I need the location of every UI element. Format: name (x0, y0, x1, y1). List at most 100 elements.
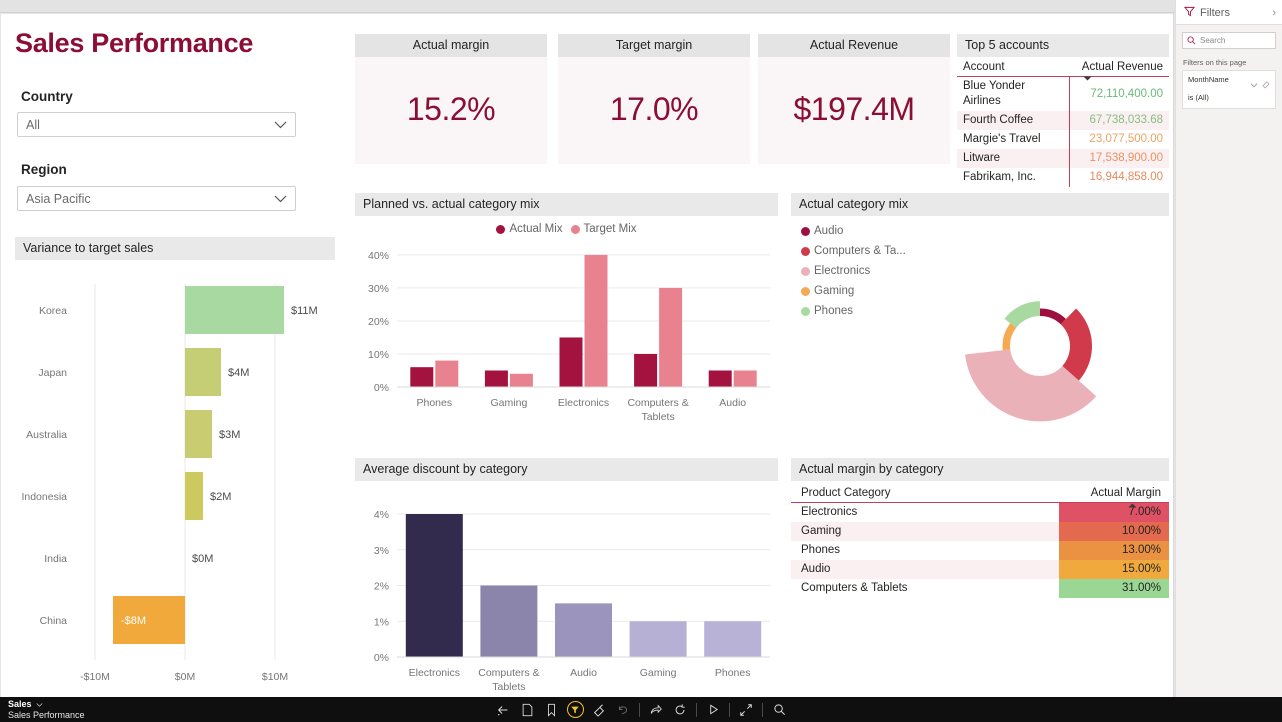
bar-data-label: $11M (291, 305, 318, 317)
table-row[interactable]: Audio15.00% (791, 560, 1169, 579)
table-row[interactable]: Phones13.00% (791, 541, 1169, 560)
discount-chart[interactable]: 0%1%2%3%4%ElectronicsComputers &TabletsA… (355, 481, 778, 696)
discount-bar[interactable] (630, 621, 687, 657)
eraser-icon[interactable] (1262, 75, 1270, 93)
play-icon[interactable] (702, 699, 724, 721)
slicer-region[interactable]: Asia Pacific (17, 186, 296, 211)
legend-item[interactable]: Target Mix (571, 223, 637, 235)
kpi-card-actual-revenue[interactable]: Actual Revenue $197.4M (758, 34, 950, 164)
kpi-card-target-margin[interactable]: Target margin 17.0% (558, 34, 750, 164)
category-mix-chart[interactable]: 0%10%20%30%40%PhonesGamingElectronicsCom… (355, 235, 778, 437)
visual-actual-category-mix[interactable]: Actual category mix AudioComputers & Ta.… (791, 193, 1169, 443)
visual-variance-to-target-sales[interactable]: Variance to target sales -$10M$0M$10MKor… (15, 237, 335, 695)
column-header-actual-revenue[interactable]: Actual Revenue (1069, 57, 1169, 77)
filters-search-input[interactable]: Search (1182, 32, 1276, 49)
bar-actual-mix[interactable] (485, 370, 508, 387)
filter-icon[interactable] (564, 699, 586, 721)
filter-card-monthname[interactable]: MonthName is (All) (1182, 70, 1276, 109)
bar-target-mix[interactable] (659, 288, 682, 387)
table-row[interactable]: Margie's Travel23,077,500.00 (957, 130, 1169, 149)
discount-bar[interactable] (704, 621, 761, 657)
bar-target-mix[interactable] (435, 361, 458, 387)
variance-bar[interactable] (185, 410, 212, 458)
expand-pane-icon[interactable]: › (1272, 7, 1276, 19)
kpi-value: 15.2% (355, 57, 547, 161)
slicer-country-value: All (26, 118, 40, 132)
legend-item[interactable]: Actual Mix (496, 223, 562, 235)
share-icon[interactable] (645, 699, 667, 721)
variance-bar[interactable] (185, 472, 203, 520)
table-row[interactable]: Electronics7.00% (791, 503, 1169, 523)
chevron-down-icon[interactable] (1250, 75, 1258, 93)
visual-planned-vs-actual-category-mix[interactable]: Planned vs. actual category mix Actual M… (355, 193, 778, 443)
bar-target-mix[interactable] (734, 370, 757, 387)
visual-average-discount-by-category[interactable]: Average discount by category 0%1%2%3%4%E… (355, 458, 778, 695)
variance-bar[interactable] (185, 348, 221, 396)
column-header-actual-margin[interactable]: Actual Margin (1059, 483, 1169, 503)
toolbar-divider (762, 703, 763, 717)
table-row[interactable]: Blue Yonder Airlines72,110,400.00 (957, 77, 1169, 112)
visual-top-5-accounts[interactable]: Top 5 accounts Account Actual Revenue Bl… (957, 34, 1169, 164)
bar-actual-mix[interactable] (709, 370, 732, 387)
donut-slice-phones[interactable] (1004, 301, 1040, 327)
table-row[interactable]: Computers & Tablets31.00% (791, 579, 1169, 598)
visual-title: Actual category mix (791, 193, 1169, 216)
table-row[interactable]: Fabrikam, Inc.16,944,858.00 (957, 168, 1169, 187)
discount-bar[interactable] (480, 586, 537, 658)
status-bar-breadcrumb[interactable]: Sales Sales Performance (8, 699, 85, 720)
table-row[interactable]: Gaming10.00% (791, 522, 1169, 541)
x-axis-tick-label: $10M (262, 671, 288, 683)
slicer-country[interactable]: All (17, 112, 296, 137)
status-bar-toolbar[interactable] (492, 697, 790, 722)
page-title: Sales Performance (15, 28, 253, 59)
bar-actual-mix[interactable] (560, 337, 583, 387)
x-axis-category-label: Gaming (491, 397, 528, 409)
back-arrow-icon[interactable] (492, 699, 514, 721)
chart-legend[interactable]: Actual Mix Target Mix (355, 223, 778, 235)
bar-actual-mix[interactable] (634, 354, 657, 387)
table-row[interactable]: Fourth Coffee67,738,033.68 (957, 111, 1169, 130)
y-axis-tick-label: 10% (368, 349, 389, 361)
margin-table[interactable]: Product Category Actual Margin Electroni… (791, 483, 1169, 598)
x-axis-category-label: Audio (719, 397, 746, 409)
visual-title: Actual margin by category (791, 458, 1169, 481)
page-icon[interactable] (516, 699, 538, 721)
column-header-account[interactable]: Account (957, 57, 1069, 77)
table-row[interactable]: Litware17,538,900.00 (957, 149, 1169, 168)
donut-slice-audio[interactable] (1040, 309, 1066, 325)
chevron-down-icon[interactable] (274, 195, 287, 203)
search-icon[interactable] (768, 699, 790, 721)
filter-field-name: MonthName (1188, 75, 1229, 85)
variance-bar[interactable] (185, 286, 284, 334)
x-axis-category-label: Tablets (641, 411, 674, 423)
donut-slice-gaming[interactable] (1003, 323, 1017, 350)
visual-title: Top 5 accounts (957, 34, 1169, 57)
discount-bar[interactable] (555, 603, 612, 657)
bar-target-mix[interactable] (510, 374, 533, 387)
x-axis-category-label: Audio (570, 667, 597, 679)
undo-icon[interactable] (612, 699, 634, 721)
visual-actual-margin-by-category[interactable]: Actual margin by category Product Catego… (791, 458, 1169, 695)
bookmark-icon[interactable] (540, 699, 562, 721)
discount-bar[interactable] (406, 514, 463, 657)
top-accounts-table[interactable]: Account Actual Revenue Blue Yonder Airli… (957, 57, 1169, 187)
refresh-icon[interactable] (669, 699, 691, 721)
donut-chart[interactable] (791, 218, 1169, 443)
filter-funnel-icon (1184, 4, 1195, 22)
x-axis-category-label: Electronics (558, 397, 609, 409)
kpi-value: $197.4M (758, 57, 950, 161)
y-axis-tick-label: 1% (374, 616, 389, 628)
eraser-icon[interactable] (588, 699, 610, 721)
bar-target-mix[interactable] (585, 255, 608, 387)
bar-actual-mix[interactable] (410, 367, 433, 387)
chevron-down-icon[interactable] (274, 121, 287, 129)
variance-chart[interactable]: -$10M$0M$10MKorea$11MJapan$4MAustralia$3… (15, 260, 335, 695)
column-header-product-category[interactable]: Product Category (791, 483, 1059, 503)
bar-data-label: $3M (219, 429, 240, 441)
table-header-row: Product Category Actual Margin (791, 483, 1169, 503)
filters-pane[interactable]: Filters › Search Filters on this page Mo… (1175, 0, 1282, 697)
chevron-down-icon[interactable] (36, 699, 43, 709)
fit-to-screen-icon[interactable] (735, 699, 757, 721)
kpi-card-actual-margin[interactable]: Actual margin 15.2% (355, 34, 547, 164)
table-header-row: Account Actual Revenue (957, 57, 1169, 77)
